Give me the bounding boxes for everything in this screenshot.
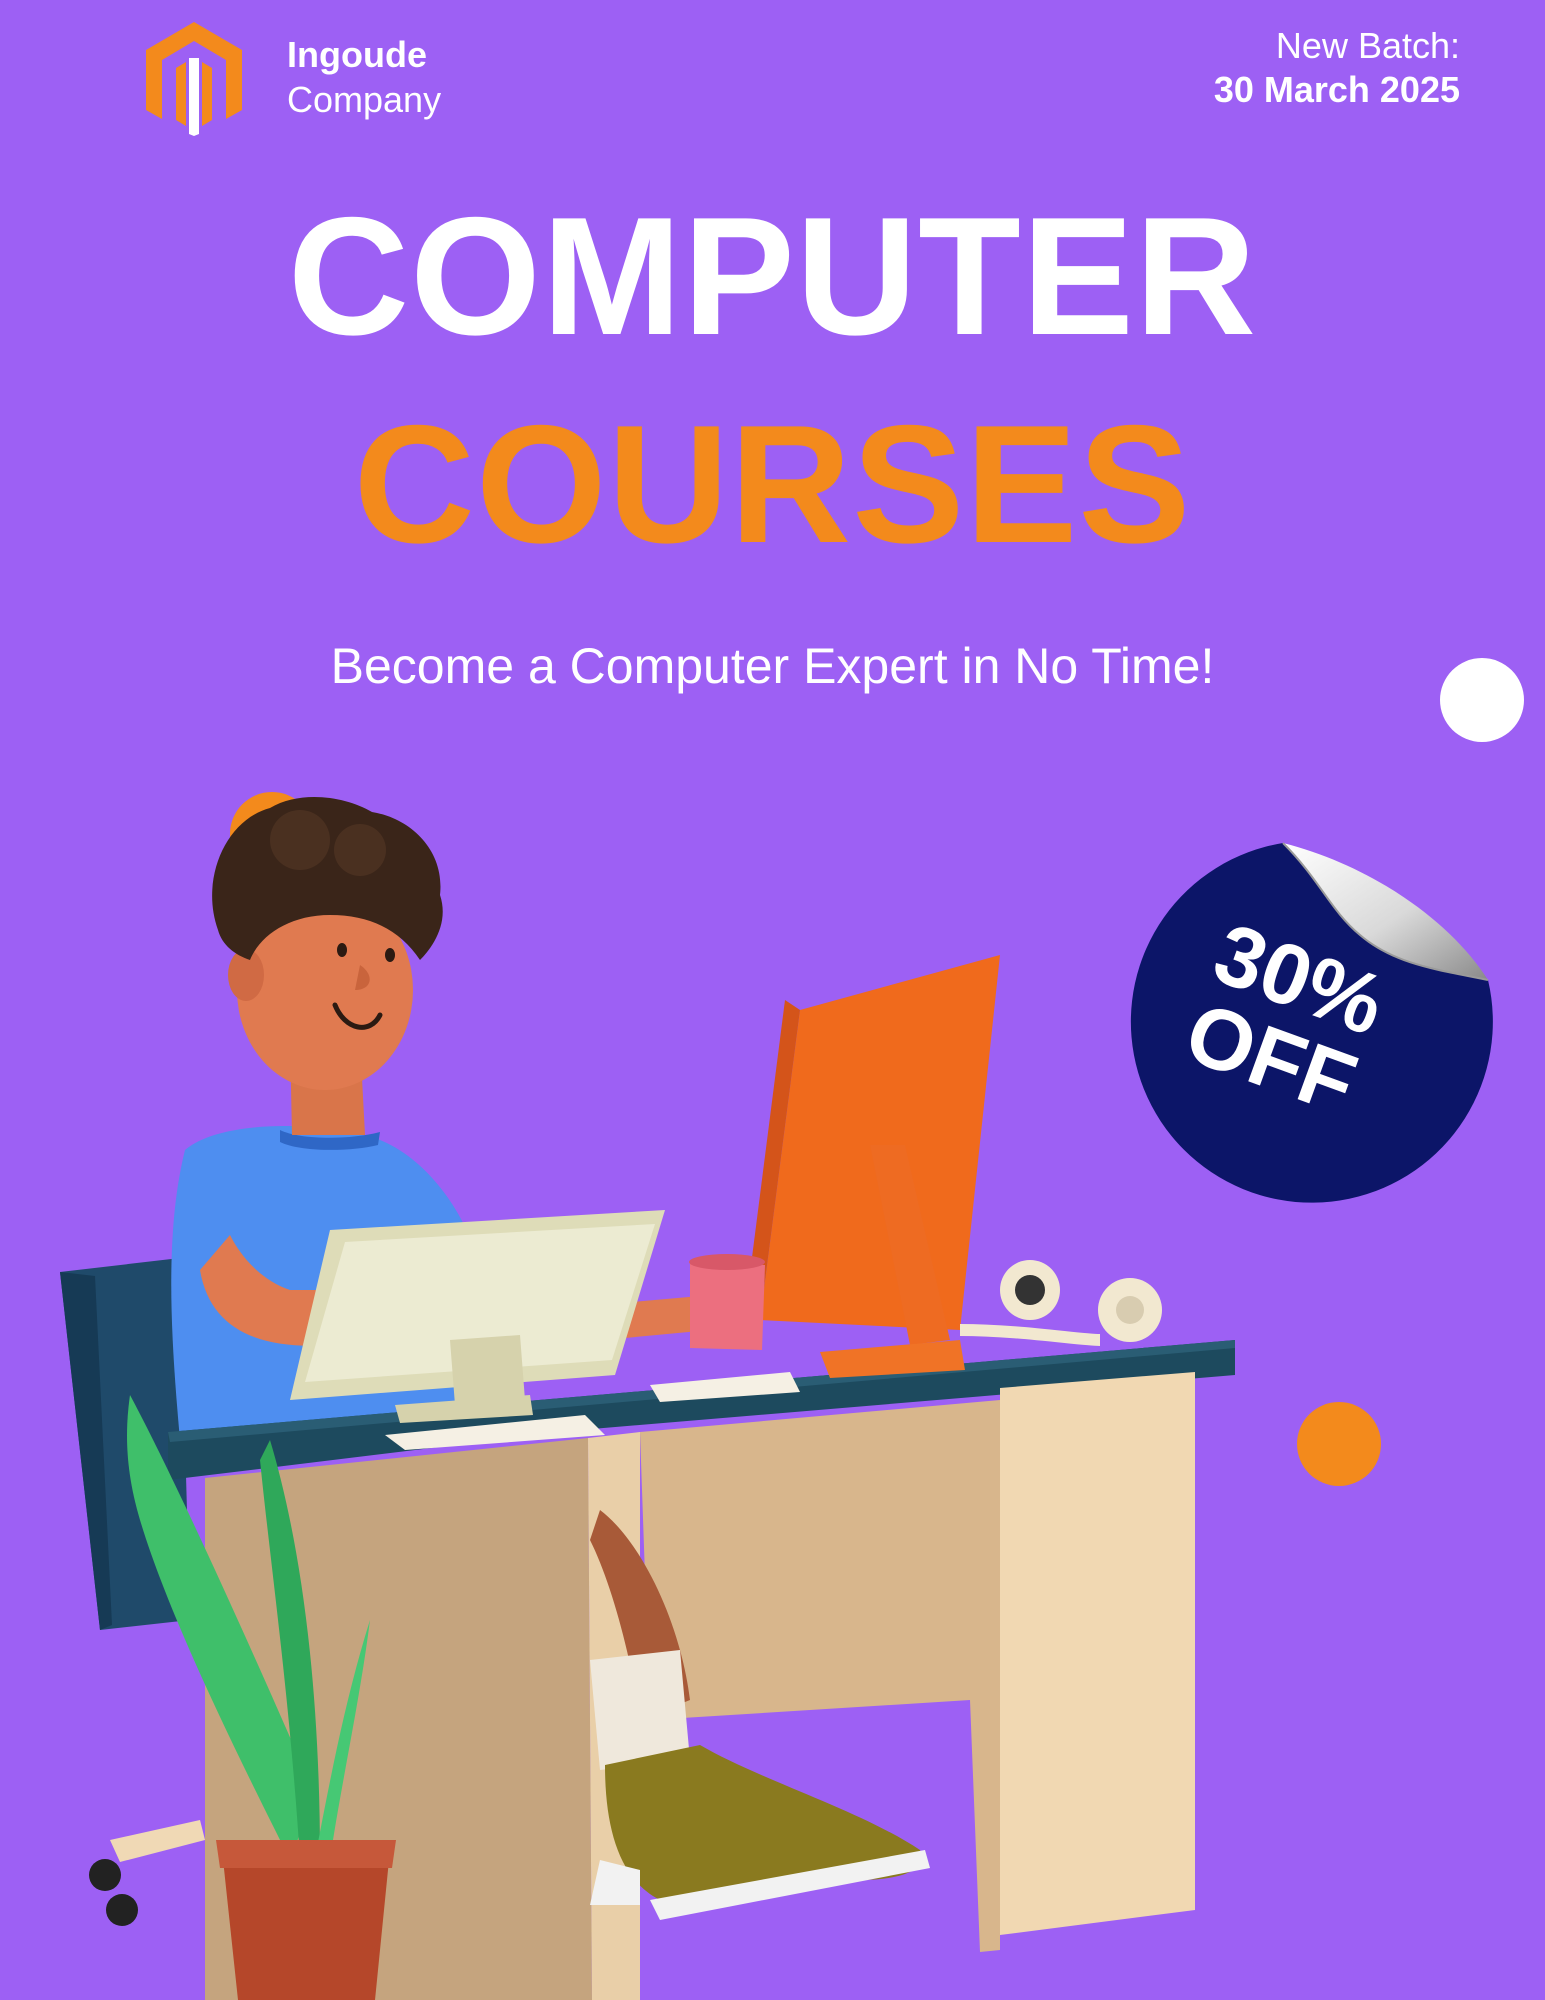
company-block: Ingoude Company	[287, 32, 441, 122]
headline-computer: COMPUTER	[287, 182, 1258, 370]
batch-date: 30 March 2025	[1213, 68, 1460, 110]
poster: Ingoude Company New Batch: 30 March 2025…	[0, 0, 1545, 2000]
company-logo-icon	[146, 22, 242, 136]
tagline: Become a Computer Expert in No Time!	[330, 638, 1215, 694]
decorative-dot-white	[1440, 658, 1524, 742]
person-at-desk-illustration	[60, 796, 1235, 2000]
headline-courses: COURSES	[353, 390, 1192, 578]
company-subtitle: Company	[287, 79, 442, 120]
batch-label: New Batch:	[1275, 25, 1460, 66]
company-name: Ingoude	[287, 34, 427, 75]
batch-info: New Batch: 30 March 2025	[1214, 24, 1460, 112]
